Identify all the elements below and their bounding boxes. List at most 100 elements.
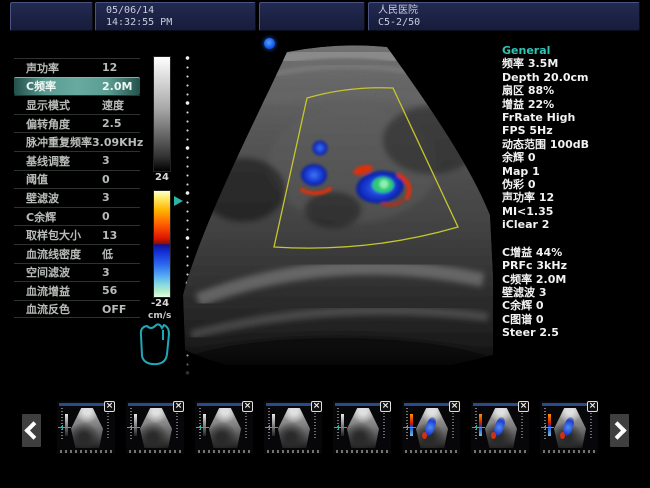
ultrasound-image[interactable]: [183, 45, 493, 380]
thumb-close-button[interactable]: ×: [380, 401, 391, 412]
thumb-right-text: [452, 410, 454, 440]
thumb-colorbar: [272, 414, 275, 436]
parameter-row[interactable]: C频率 2.0M: [14, 77, 140, 96]
parameter-row[interactable]: 阈值 0: [14, 170, 140, 189]
parameter-row[interactable]: 血流增益 56: [14, 281, 140, 300]
parameter-row[interactable]: 声功率 12: [14, 58, 140, 77]
thumb-image: [554, 408, 586, 448]
thumbnails-next-button[interactable]: [610, 414, 629, 447]
thumbnail[interactable]: ×: [195, 401, 253, 454]
thumb-close-button[interactable]: ×: [104, 401, 115, 412]
thumb-caliper: [472, 427, 485, 428]
thumb-left-text: [199, 408, 201, 440]
imaging-info-panel: General 频率 3.5M Depth 20.0cm 扇区 88% 增益 2…: [502, 44, 648, 340]
thumb-right-text: [107, 410, 109, 440]
thumbnail[interactable]: ×: [540, 401, 598, 454]
thumb-close-button[interactable]: ×: [449, 401, 460, 412]
parameter-label: 血流增益: [26, 283, 102, 299]
chevron-right-icon: [608, 421, 626, 439]
parameter-value: 56: [102, 284, 117, 297]
thumb-doppler-red: [491, 432, 496, 439]
parameter-label: 声功率: [26, 60, 102, 76]
focus-marker-icon[interactable]: [174, 196, 183, 206]
parameter-row[interactable]: C余辉 0: [14, 207, 140, 226]
parameter-label: 偏转角度: [26, 116, 102, 132]
thumb-doppler-red: [560, 432, 565, 439]
thumb-close-button[interactable]: ×: [173, 401, 184, 412]
parameter-label: 阈值: [26, 171, 102, 187]
parameter-label: 壁滤波: [26, 190, 102, 206]
thumb-colorbar: [203, 414, 206, 436]
parameter-row[interactable]: 脉冲重复频率 3.09KHz: [14, 132, 140, 151]
thumb-bottom-text: [405, 450, 457, 453]
thumb-image: [416, 408, 448, 448]
parameter-row[interactable]: 取样包大小 13: [14, 225, 140, 244]
roi-marker-dot: [264, 38, 275, 49]
thumb-image: [71, 408, 103, 448]
parameter-row[interactable]: 基线调整 3: [14, 151, 140, 170]
topbar-middle-panel: [259, 2, 365, 31]
parameter-label: 基线调整: [26, 153, 102, 169]
thumb-caliper: [58, 427, 71, 428]
info-line: 壁滤波 3: [502, 286, 648, 299]
info-line: C余辉 0: [502, 299, 648, 312]
info-line: MI<1.35: [502, 205, 648, 218]
parameter-row[interactable]: 血流反色 OFF: [14, 300, 140, 319]
thumbnail[interactable]: ×: [57, 401, 115, 454]
info-line: 声功率 12: [502, 191, 648, 204]
parameter-value: OFF: [102, 303, 126, 316]
info-line: Steer 2.5: [502, 326, 648, 339]
topbar-datetime-panel: 05/06/14 14:32:55 PM: [95, 2, 256, 31]
velocity-max-label: 24: [155, 172, 169, 183]
thumb-image: [485, 408, 517, 448]
info-line: C频率 2.0M: [502, 273, 648, 286]
info-line: C图谱 0: [502, 313, 648, 326]
thumb-image: [209, 408, 241, 448]
thumb-left-text: [544, 408, 546, 440]
thumb-right-text: [521, 410, 523, 440]
thumb-image: [347, 408, 379, 448]
velocity-min-label: -24: [151, 298, 169, 309]
parameter-value: 0: [102, 210, 110, 223]
thumb-caliper: [403, 427, 416, 428]
parameter-row[interactable]: 偏转角度 2.5: [14, 114, 140, 133]
body-mark-icon[interactable]: [136, 320, 174, 368]
parameter-row[interactable]: 血流线密度 低: [14, 244, 140, 263]
parameter-value: 12: [102, 61, 117, 74]
thumb-bottom-text: [336, 450, 388, 453]
thumb-bottom-text: [543, 450, 595, 453]
thumbnails-prev-button[interactable]: [22, 414, 41, 447]
thumbnail[interactable]: ×: [126, 401, 184, 454]
thumb-caliper: [196, 427, 209, 428]
thumbnail[interactable]: ×: [402, 401, 460, 454]
parameter-value: 3: [102, 266, 110, 279]
thumb-left-text: [337, 408, 339, 440]
info-line: PRFc 3kHz: [502, 259, 648, 272]
parameter-row[interactable]: 壁滤波 3: [14, 188, 140, 207]
info-line: Map 1: [502, 165, 648, 178]
topbar-blank-panel: [10, 2, 93, 31]
thumb-colorbar: [65, 414, 68, 436]
parameter-row[interactable]: 空间滤波 3: [14, 263, 140, 282]
hospital-name: 人民医院: [378, 5, 639, 17]
info-line: 增益 22%: [502, 98, 648, 111]
thumbnail[interactable]: ×: [471, 401, 529, 454]
parameter-row[interactable]: 显示模式 速度: [14, 95, 140, 114]
thumb-close-button[interactable]: ×: [587, 401, 598, 412]
thumb-bottom-text: [129, 450, 181, 453]
doppler-colorbar: [153, 190, 171, 298]
info-line: C增益 44%: [502, 246, 648, 259]
thumbnail[interactable]: ×: [333, 401, 391, 454]
probe-model: C5-2/50: [378, 17, 639, 29]
thumb-close-button[interactable]: ×: [311, 401, 322, 412]
info-line: 动态范围 100dB: [502, 138, 648, 151]
thumb-close-button[interactable]: ×: [242, 401, 253, 412]
thumbnail[interactable]: ×: [264, 401, 322, 454]
thumb-close-button[interactable]: ×: [518, 401, 529, 412]
thumb-right-text: [314, 410, 316, 440]
thumb-doppler-red: [422, 432, 427, 439]
thumb-right-text: [383, 410, 385, 440]
fan-tissue: [183, 45, 493, 380]
time-text: 14:32:55 PM: [106, 17, 255, 29]
thumb-colorbar: [410, 414, 413, 436]
